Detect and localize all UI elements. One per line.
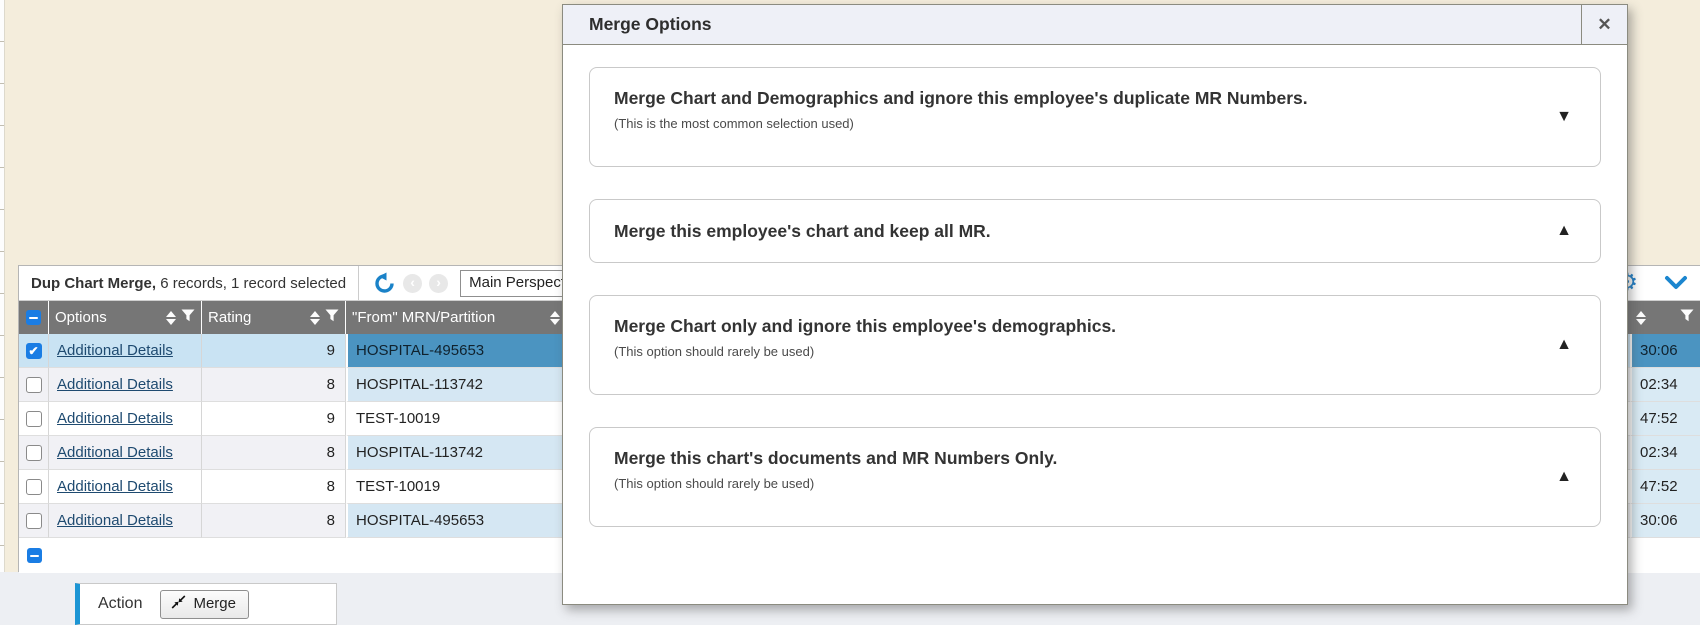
options-cell: Additional Details — [49, 470, 202, 504]
from-mrn-cell: HOSPITAL-495653 — [346, 504, 586, 538]
rating-cell: 9 — [202, 402, 346, 436]
grid-title: Dup Chart Merge, 6 records, 1 record sel… — [31, 275, 346, 292]
time-cell: 30:06 — [1630, 334, 1700, 368]
row-checkbox-cell[interactable] — [19, 470, 49, 504]
rating-cell: 8 — [202, 368, 346, 402]
column-header-from-mrn[interactable]: "From" MRN/Partition — [346, 301, 586, 334]
options-cell: Additional Details — [49, 334, 202, 368]
rating-cell: 8 — [202, 504, 346, 538]
expand-triangle-icon[interactable]: ▲ — [1556, 468, 1572, 486]
sort-icon[interactable] — [550, 311, 560, 325]
dialog-body: Merge Chart and Demographics and ignore … — [563, 45, 1627, 549]
app-background: Dup Chart Merge, 6 records, 1 record sel… — [0, 0, 1700, 625]
merge-arrows-icon — [171, 595, 186, 613]
time-cell: 02:34 — [1630, 368, 1700, 402]
merge-option-title: Merge this chart's documents and MR Numb… — [614, 448, 1530, 469]
options-cell: Additional Details — [49, 504, 202, 538]
checkbox-unchecked-icon[interactable] — [26, 479, 42, 495]
filter-funnel-icon[interactable] — [1680, 309, 1694, 326]
time-cell: 02:34 — [1630, 436, 1700, 470]
filter-funnel-icon[interactable] — [181, 309, 195, 326]
additional-details-link[interactable]: Additional Details — [57, 444, 173, 461]
prev-page-icon[interactable]: ‹ — [403, 274, 422, 293]
left-edge-ruler — [0, 0, 5, 625]
merge-option-title: Merge this employee's chart and keep all… — [614, 221, 991, 242]
close-icon[interactable]: ✕ — [1581, 5, 1627, 44]
from-mrn-cell: TEST-10019 — [346, 402, 586, 436]
sort-icon[interactable] — [166, 311, 176, 325]
additional-details-link[interactable]: Additional Details — [57, 410, 173, 427]
column-header-rating[interactable]: Rating — [202, 301, 346, 334]
options-cell: Additional Details — [49, 368, 202, 402]
merge-button[interactable]: Merge — [160, 590, 249, 619]
from-mrn-cell: HOSPITAL-495653 — [346, 334, 586, 368]
row-checkbox-cell[interactable] — [19, 368, 49, 402]
from-mrn-cell: HOSPITAL-113742 — [346, 368, 586, 402]
action-label: Action — [98, 595, 142, 613]
merge-option-card[interactable]: Merge Chart and Demographics and ignore … — [589, 67, 1601, 167]
checkbox-unchecked-icon[interactable] — [26, 445, 42, 461]
rating-cell: 8 — [202, 470, 346, 504]
merge-option-card[interactable]: Merge this employee's chart and keep all… — [589, 199, 1601, 263]
refresh-icon[interactable] — [373, 272, 396, 295]
select-all-minus-icon — [26, 310, 41, 325]
next-page-icon[interactable]: › — [429, 274, 448, 293]
time-cell: 30:06 — [1630, 504, 1700, 538]
merge-option-subtitle: (This option should rarely be used) — [614, 344, 1530, 359]
merge-option-card[interactable]: Merge this chart's documents and MR Numb… — [589, 427, 1601, 527]
merge-option-subtitle: (This is the most common selection used) — [614, 116, 1530, 131]
rating-cell: 9 — [202, 334, 346, 368]
checkbox-unchecked-icon[interactable] — [26, 377, 42, 393]
chevron-down-icon[interactable] — [1664, 275, 1688, 291]
column-header-time[interactable] — [1630, 301, 1700, 334]
row-checkbox-cell[interactable] — [19, 436, 49, 470]
select-all-minus-icon[interactable] — [27, 548, 42, 563]
expand-triangle-icon[interactable]: ▲ — [1556, 336, 1572, 354]
additional-details-link[interactable]: Additional Details — [57, 512, 173, 529]
toolbar-divider — [358, 266, 359, 300]
merge-option-subtitle: (This option should rarely be used) — [614, 476, 1530, 491]
action-panel: Action Merge — [75, 583, 337, 625]
column-header-options[interactable]: Options — [49, 301, 202, 334]
additional-details-link[interactable]: Additional Details — [57, 342, 173, 359]
from-mrn-cell: HOSPITAL-113742 — [346, 436, 586, 470]
merge-option-card[interactable]: Merge Chart only and ignore this employe… — [589, 295, 1601, 395]
filter-funnel-icon[interactable] — [325, 309, 339, 326]
grid-record-count: 6 records, 1 record selected — [160, 275, 346, 292]
additional-details-link[interactable]: Additional Details — [57, 478, 173, 495]
merge-option-title: Merge Chart only and ignore this employe… — [614, 316, 1530, 337]
checkbox-unchecked-icon[interactable] — [26, 513, 42, 529]
select-all-checkbox[interactable] — [19, 301, 49, 334]
options-cell: Additional Details — [49, 402, 202, 436]
dialog-title: Merge Options — [563, 5, 1581, 44]
checkbox-unchecked-icon[interactable] — [26, 411, 42, 427]
merge-options-dialog: Merge Options ✕ Merge Chart and Demograp… — [562, 4, 1628, 605]
additional-details-link[interactable]: Additional Details — [57, 376, 173, 393]
options-cell: Additional Details — [49, 436, 202, 470]
row-checkbox-cell[interactable]: ✔ — [19, 334, 49, 368]
rating-cell: 8 — [202, 436, 346, 470]
time-cell: 47:52 — [1630, 402, 1700, 436]
grid-title-text: Dup Chart Merge, — [31, 275, 156, 292]
collapse-triangle-icon[interactable]: ▼ — [1556, 108, 1572, 126]
sort-icon[interactable] — [310, 311, 320, 325]
merge-option-title: Merge Chart and Demographics and ignore … — [614, 88, 1530, 109]
row-checkbox-cell[interactable] — [19, 504, 49, 538]
checkbox-checked-icon[interactable]: ✔ — [26, 343, 42, 359]
sort-icon[interactable] — [1636, 311, 1646, 325]
expand-triangle-icon[interactable]: ▲ — [1556, 222, 1572, 240]
from-mrn-cell: TEST-10019 — [346, 470, 586, 504]
dialog-titlebar: Merge Options ✕ — [563, 5, 1627, 45]
merge-button-label: Merge — [193, 595, 236, 612]
time-cell: 47:52 — [1630, 470, 1700, 504]
row-checkbox-cell[interactable] — [19, 402, 49, 436]
